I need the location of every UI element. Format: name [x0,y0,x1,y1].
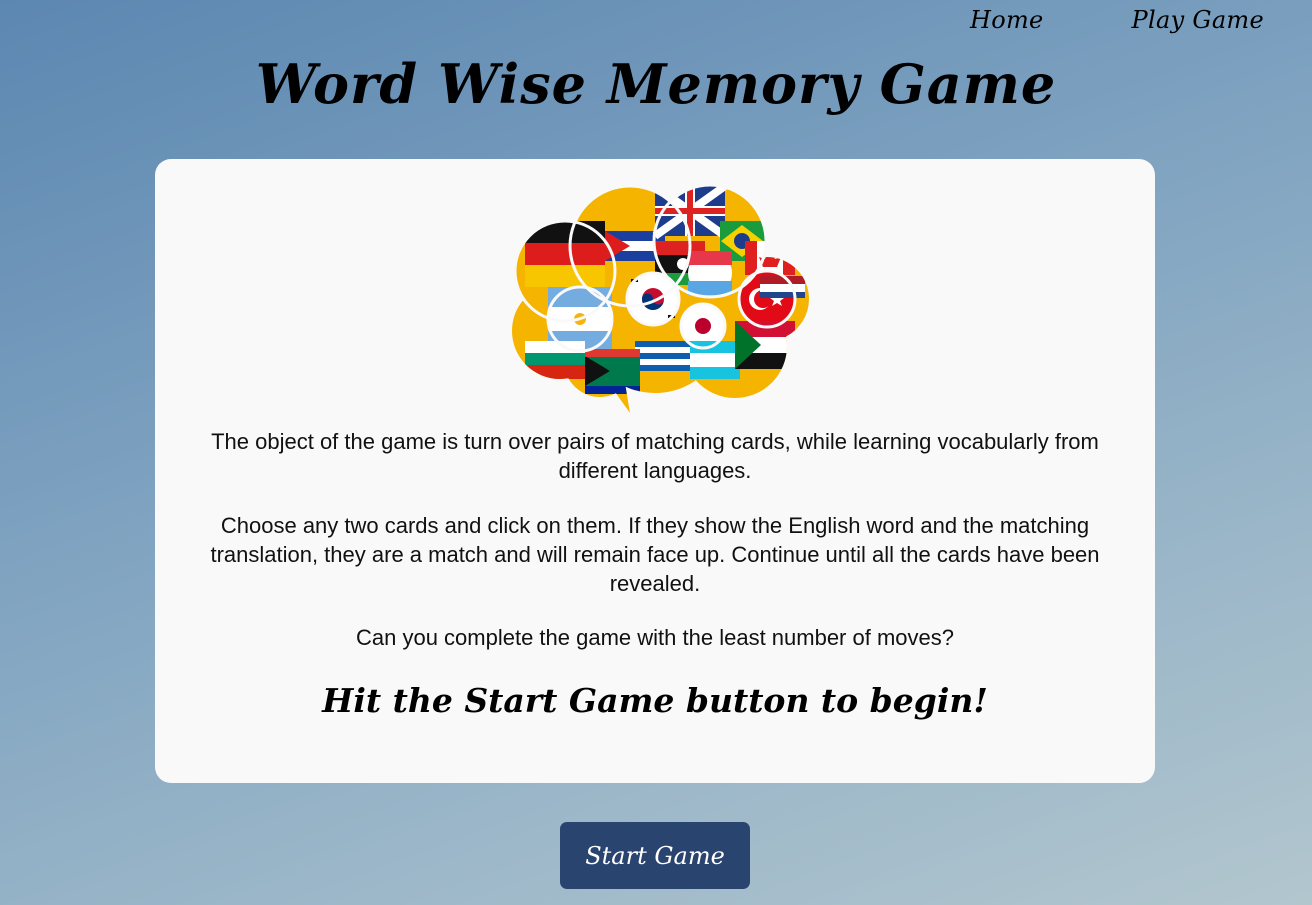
flags-speech-cloud-icon [505,181,815,417]
intro-paragraph-challenge: Can you complete the game with the least… [356,625,954,650]
instructions-card: The object of the game is turn over pair… [155,159,1155,783]
intro-paragraph-instructions: Choose any two cards and click on them. … [210,513,1100,596]
start-game-button[interactable]: Start Game [560,822,750,889]
intro-paragraph-objective: The object of the game is turn over pair… [211,429,1099,483]
nav-link-play-game[interactable]: Play Game [1132,6,1264,34]
nav-link-home[interactable]: Home [970,6,1044,34]
start-prompt: Hit the Start Game button to begin! [322,681,988,720]
top-nav: Home Play Game [970,6,1264,34]
page-title: Word Wise Memory Game [255,52,1057,116]
